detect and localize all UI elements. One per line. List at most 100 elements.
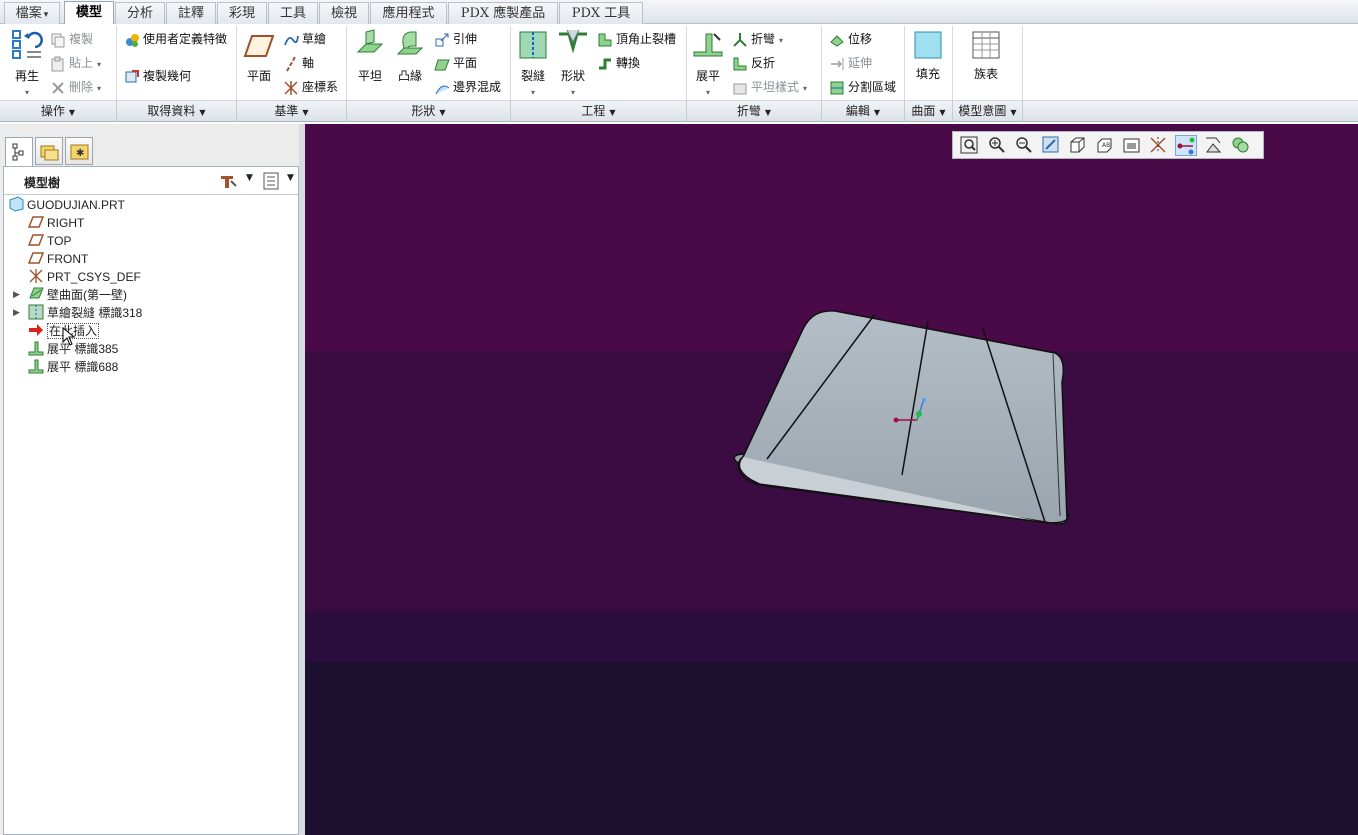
tree-item-unbend-688[interactable]: 展平 標識688 bbox=[28, 358, 118, 376]
fill-label: 填充 bbox=[915, 67, 940, 81]
tab-folder-browser[interactable] bbox=[35, 137, 63, 165]
spin-center-button[interactable] bbox=[1175, 135, 1197, 156]
tree-item-csys[interactable]: PRT_CSYS_DEF bbox=[28, 268, 141, 286]
tab-tools[interactable]: 工具 bbox=[268, 2, 318, 24]
group-datum[interactable]: 基準 ▼ bbox=[237, 101, 347, 122]
tab-analysis[interactable]: 分析 bbox=[115, 2, 165, 24]
user-defined-feature-button[interactable]: 使用者定義特徵 bbox=[124, 30, 227, 48]
display-style-icon bbox=[1070, 137, 1085, 153]
tree-item-part[interactable]: GUODUJIAN.PRT bbox=[8, 196, 125, 214]
extrude-button[interactable]: 引伸 bbox=[434, 30, 477, 48]
graphics-viewport[interactable] bbox=[305, 124, 1358, 835]
display-style-button[interactable] bbox=[1067, 135, 1089, 156]
zoom-out-button[interactable] bbox=[1013, 135, 1035, 156]
ribbon-separator bbox=[346, 26, 347, 100]
unbend-button[interactable]: 展平 ▾ bbox=[690, 28, 726, 98]
chevron-down-icon[interactable]: ▼ bbox=[246, 173, 253, 183]
copy-geometry-icon bbox=[125, 69, 139, 82]
tree-item-sketched-rip[interactable]: 草繪裂縫 標識318 bbox=[28, 304, 142, 322]
tab-annotate-label: 註釋 bbox=[177, 6, 204, 21]
extend-button[interactable]: 延伸 bbox=[829, 54, 872, 72]
tab-file[interactable]: 檔案 ▾ bbox=[4, 2, 60, 24]
sheetmetal-part-model[interactable] bbox=[305, 124, 1358, 835]
chevron-down-icon[interactable]: ▼ bbox=[287, 173, 294, 183]
csys-button[interactable]: 座標系 bbox=[283, 78, 338, 96]
group-shapes[interactable]: 形狀 ▼ bbox=[347, 101, 511, 122]
delete-button[interactable]: 刪除 ▾ bbox=[50, 78, 101, 96]
axis-button[interactable]: 軸 bbox=[283, 54, 314, 72]
datum-display-icon bbox=[1150, 137, 1166, 153]
bend-button[interactable]: 折彎 ▾ bbox=[732, 30, 783, 48]
datum-display-button[interactable] bbox=[1148, 135, 1170, 156]
copy-geometry-button[interactable]: 複製幾何 bbox=[124, 67, 191, 85]
bend-back-button[interactable]: 反折 bbox=[732, 54, 775, 72]
datum-plane-icon bbox=[28, 216, 44, 228]
tree-item-first-wall[interactable]: 壁曲面(第一壁) bbox=[28, 286, 127, 304]
group-bends[interactable]: 折彎 ▼ bbox=[687, 101, 822, 122]
flat-wall-button[interactable]: 平坦 bbox=[352, 28, 388, 84]
tab-annotate[interactable]: 註釋 bbox=[166, 2, 216, 24]
family-table-button[interactable]: 族表 bbox=[966, 30, 1006, 82]
view-manager-button[interactable] bbox=[1121, 135, 1143, 156]
family-table-label: 族表 bbox=[973, 67, 998, 81]
tree-settings-icon[interactable] bbox=[218, 172, 238, 190]
planar-wall-button[interactable]: 平面 bbox=[434, 54, 477, 72]
chevron-down-icon: ▼ bbox=[302, 108, 309, 117]
tab-favorites[interactable]: ✱ bbox=[65, 137, 93, 165]
refit-icon bbox=[960, 136, 978, 154]
ribbon-separator bbox=[510, 26, 511, 100]
regenerate-label: 再生 bbox=[14, 69, 39, 83]
refit-button[interactable] bbox=[959, 135, 981, 156]
tab-model-tree[interactable] bbox=[5, 137, 33, 167]
translate-button[interactable]: 位移 bbox=[829, 30, 872, 48]
group-editing[interactable]: 編輯 ▼ bbox=[822, 101, 905, 122]
annotation-display-button[interactable] bbox=[1203, 135, 1225, 156]
corner-relief-button[interactable]: 頂角止裂槽 bbox=[597, 30, 676, 48]
sketch-icon bbox=[284, 35, 299, 45]
group-surfaces[interactable]: 曲面 ▼ bbox=[905, 101, 953, 122]
rip-label: 裂縫 bbox=[520, 69, 545, 83]
form-button[interactable]: 形狀 ▾ bbox=[555, 28, 591, 98]
convert-button[interactable]: 轉換 bbox=[597, 54, 640, 72]
tree-item-right[interactable]: RIGHT bbox=[28, 214, 84, 232]
split-area-button[interactable]: 分割區域 bbox=[829, 78, 896, 96]
tab-pdx-tools[interactable]: PDX 工具 bbox=[559, 2, 643, 24]
group-get-data[interactable]: 取得資料 ▼ bbox=[117, 101, 237, 122]
group-editing-label: 編輯 bbox=[845, 104, 870, 118]
tab-view[interactable]: 檢視 bbox=[319, 2, 369, 24]
repaint-button[interactable] bbox=[1040, 135, 1062, 156]
bend-back-icon bbox=[733, 57, 747, 70]
flat-pattern-button[interactable]: 平坦樣式 ▾ bbox=[732, 78, 807, 96]
saved-views-button[interactable]: AB bbox=[1094, 135, 1116, 156]
expand-arrow-icon[interactable]: ▶ bbox=[13, 304, 23, 322]
group-engineering[interactable]: 工程 ▼ bbox=[511, 101, 687, 122]
tree-item-front[interactable]: FRONT bbox=[28, 250, 88, 268]
tab-applications[interactable]: 應用程式 bbox=[370, 2, 447, 24]
zoom-in-button[interactable] bbox=[986, 135, 1008, 156]
chevron-down-icon: ▼ bbox=[1010, 108, 1017, 117]
paste-icon bbox=[51, 56, 64, 71]
regenerate-button[interactable]: 再生 ▾ bbox=[8, 28, 46, 98]
group-model-intent[interactable]: 模型意圖 ▼ bbox=[953, 101, 1023, 122]
paste-button[interactable]: 貼上 ▾ bbox=[50, 54, 101, 72]
sketch-button[interactable]: 草繪 bbox=[283, 30, 326, 48]
tab-model[interactable]: 模型 bbox=[64, 1, 114, 25]
tab-pdx-products[interactable]: PDX 應製產品 bbox=[448, 2, 558, 24]
group-operations[interactable]: 操作 ▼ bbox=[0, 101, 117, 122]
datum-plane-button[interactable]: 平面 bbox=[241, 30, 277, 84]
appearance-button[interactable] bbox=[1230, 135, 1252, 156]
boundary-blend-button[interactable]: 邊界混成 bbox=[434, 78, 501, 96]
tab-render[interactable]: 彩現 bbox=[217, 2, 267, 24]
tree-columns-icon[interactable] bbox=[262, 171, 280, 191]
tree-item-label: FRONT bbox=[47, 252, 89, 266]
tree-item-top[interactable]: TOP bbox=[28, 232, 71, 250]
form-icon bbox=[559, 29, 587, 54]
flange-wall-button[interactable]: 凸緣 bbox=[392, 28, 428, 84]
rip-button[interactable]: 裂縫 ▾ bbox=[515, 28, 551, 98]
fill-icon bbox=[914, 31, 942, 59]
folder-browser-icon bbox=[40, 145, 59, 161]
tab-model-label: 模型 bbox=[75, 5, 102, 20]
fill-button[interactable]: 填充 bbox=[910, 30, 946, 82]
expand-arrow-icon[interactable]: ▶ bbox=[13, 286, 23, 304]
copy-button[interactable]: 複製 bbox=[50, 30, 93, 48]
